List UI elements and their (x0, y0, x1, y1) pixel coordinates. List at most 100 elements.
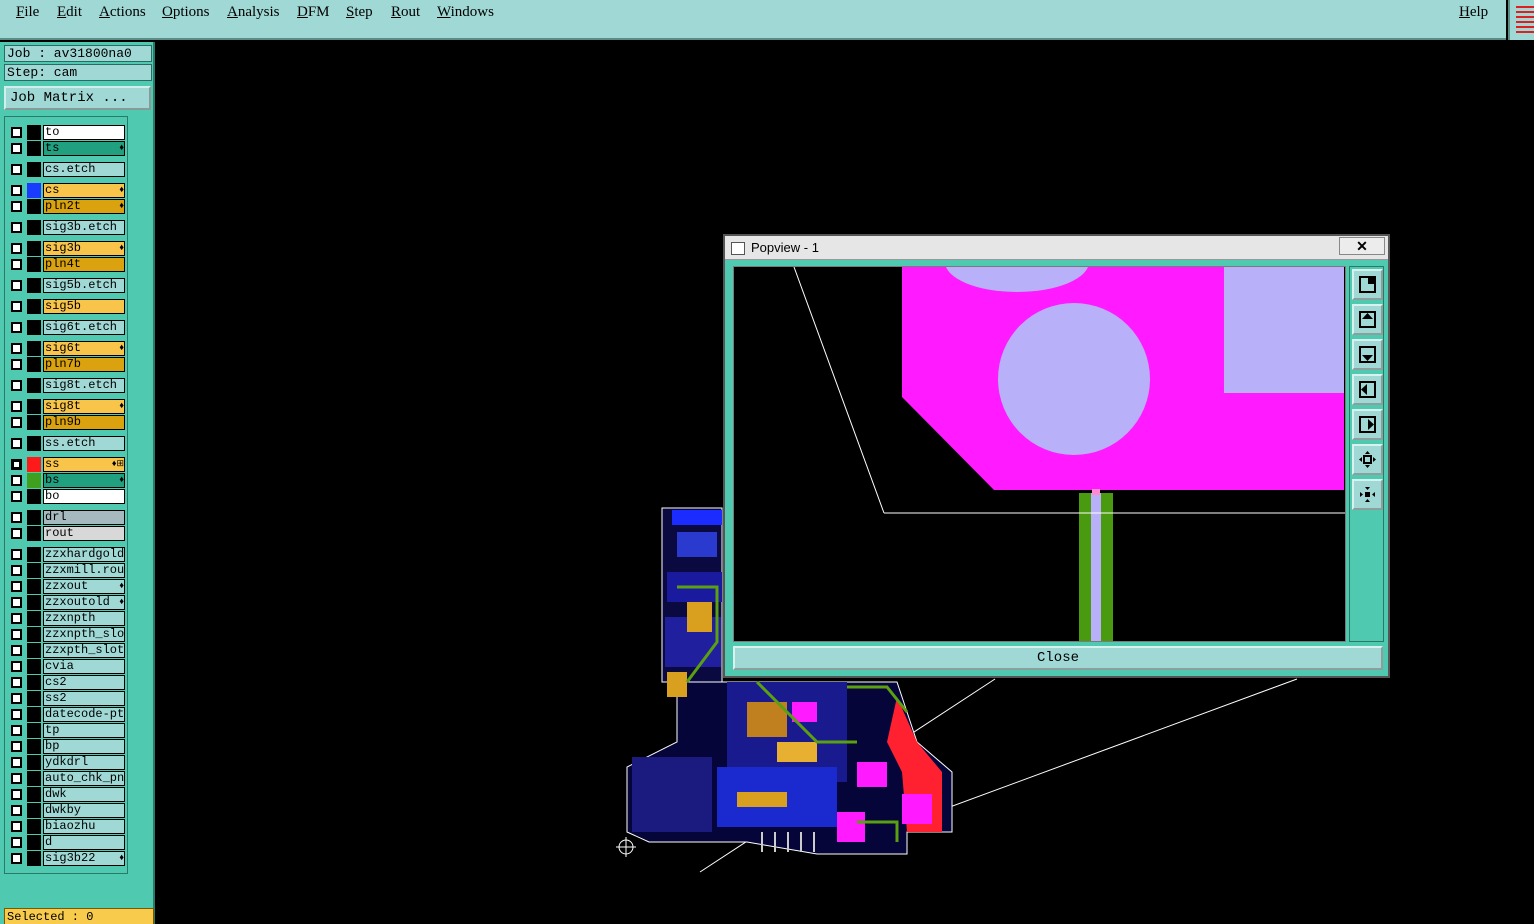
layer-row-zzxhardgold[interactable]: zzxhardgold (7, 547, 127, 562)
layer-color-swatch[interactable] (27, 563, 41, 578)
layer-row-ss-etch[interactable]: ss.etch (7, 436, 127, 451)
pan-up-icon[interactable] (1352, 304, 1383, 335)
layer-row-sig8t[interactable]: sig8t ♦ (7, 399, 127, 414)
layer-row-pln9b[interactable]: pln9b (7, 415, 127, 430)
layer-row-sig6t[interactable]: sig6t ♦ (7, 341, 127, 356)
layer-checkbox[interactable] (11, 491, 22, 502)
layer-name[interactable]: datecode-ptc (43, 707, 125, 722)
pan-right-icon[interactable] (1352, 409, 1383, 440)
layer-name[interactable]: pln7b (43, 357, 125, 372)
layer-name[interactable]: zzxoutold (43, 595, 125, 610)
layer-name[interactable]: sig3b (43, 241, 125, 256)
layer-name[interactable]: sig8t.etch (43, 378, 125, 393)
layer-row-cvia[interactable]: cvia (7, 659, 127, 674)
menu-rout[interactable]: Rout (391, 4, 420, 21)
layer-name[interactable]: ss2 (43, 691, 125, 706)
menu-analysis[interactable]: Analysis (227, 4, 280, 21)
layer-name[interactable]: bp (43, 739, 125, 754)
layer-checkbox[interactable] (11, 401, 22, 412)
layer-color-swatch[interactable] (27, 257, 41, 272)
layer-row-zzxmill-rou[interactable]: zzxmill.rou (7, 563, 127, 578)
layer-name[interactable]: ss.etch (43, 436, 125, 451)
layer-name[interactable]: to (43, 125, 125, 140)
layer-row-auto-chk-pn-[interactable]: auto_chk_pn. (7, 771, 127, 786)
layer-color-swatch[interactable] (27, 835, 41, 850)
menu-step[interactable]: Step (346, 4, 373, 21)
layer-name[interactable]: cvia (43, 659, 125, 674)
layer-checkbox[interactable] (11, 549, 22, 560)
layer-name[interactable]: zzxnpth (43, 611, 125, 626)
layer-checkbox[interactable] (11, 201, 22, 212)
layer-checkbox[interactable] (11, 853, 22, 864)
layer-row-datecode-ptc[interactable]: datecode-ptc (7, 707, 127, 722)
layer-color-swatch[interactable] (27, 241, 41, 256)
layer-color-swatch[interactable] (27, 357, 41, 372)
layer-row-dwk[interactable]: dwk (7, 787, 127, 802)
layer-checkbox[interactable] (11, 757, 22, 768)
layer-row-ss[interactable]: ss ♦⊞ (7, 457, 127, 472)
layer-checkbox[interactable] (11, 613, 22, 624)
layer-checkbox[interactable] (11, 127, 22, 138)
layer-name[interactable]: cs (43, 183, 125, 198)
layer-row-pln2t[interactable]: pln2t ♦ (7, 199, 127, 214)
layer-row-zzxnpth[interactable]: zzxnpth (7, 611, 127, 626)
layer-checkbox[interactable] (11, 773, 22, 784)
layer-name[interactable]: d (43, 835, 125, 850)
layer-name[interactable]: pln9b (43, 415, 125, 430)
menu-actions[interactable]: Actions (99, 4, 146, 21)
layer-checkbox[interactable] (11, 380, 22, 391)
pan-left-icon[interactable] (1352, 374, 1383, 405)
layer-name[interactable]: sig5b.etch (43, 278, 125, 293)
layer-checkbox[interactable] (11, 280, 22, 291)
layer-checkbox[interactable] (11, 475, 22, 486)
layer-name[interactable]: zzxpth_slots (43, 643, 125, 658)
layer-checkbox[interactable] (11, 322, 22, 333)
menu-file[interactable]: File (16, 4, 39, 21)
layer-row-cs-etch[interactable]: cs.etch (7, 162, 127, 177)
fit-screen-icon[interactable] (1352, 269, 1383, 300)
zoom-in-icon[interactable] (1352, 444, 1383, 475)
layer-color-swatch[interactable] (27, 510, 41, 525)
layer-checkbox[interactable] (11, 629, 22, 640)
layer-checkbox[interactable] (11, 143, 22, 154)
layer-checkbox[interactable] (11, 789, 22, 800)
layer-name[interactable]: zzxmill.rou (43, 563, 125, 578)
layer-name[interactable]: dwkby (43, 803, 125, 818)
layer-checkbox[interactable] (11, 222, 22, 233)
layer-name[interactable]: ts (43, 141, 125, 156)
layer-name[interactable]: pln2t (43, 199, 125, 214)
menu-options[interactable]: Options (162, 4, 210, 21)
layer-name[interactable]: pln4t (43, 257, 125, 272)
layer-checkbox[interactable] (11, 693, 22, 704)
layer-row-rout[interactable]: rout (7, 526, 127, 541)
layer-name[interactable]: ydkdrl (43, 755, 125, 770)
layer-name[interactable]: drl (43, 510, 125, 525)
layer-row-cs[interactable]: cs ♦ (7, 183, 127, 198)
layer-checkbox[interactable] (11, 741, 22, 752)
layer-row-ts[interactable]: ts ♦ (7, 141, 127, 156)
layer-checkbox[interactable] (11, 459, 22, 470)
layer-name[interactable]: sig6t (43, 341, 125, 356)
layer-checkbox[interactable] (11, 581, 22, 592)
layer-row-sig8t-etch[interactable]: sig8t.etch (7, 378, 127, 393)
layer-color-swatch[interactable] (27, 611, 41, 626)
layer-row-sig3b22[interactable]: sig3b22 ♦ (7, 851, 127, 866)
layer-color-swatch[interactable] (27, 415, 41, 430)
layer-color-swatch[interactable] (27, 378, 41, 393)
layer-color-swatch[interactable] (27, 341, 41, 356)
layer-color-swatch[interactable] (27, 162, 41, 177)
layer-checkbox[interactable] (11, 259, 22, 270)
layer-checkbox[interactable] (11, 417, 22, 428)
layer-row-cs2[interactable]: cs2 (7, 675, 127, 690)
layer-row-tp[interactable]: tp (7, 723, 127, 738)
layer-name[interactable]: sig8t (43, 399, 125, 414)
layer-color-swatch[interactable] (27, 819, 41, 834)
layer-checkbox[interactable] (11, 821, 22, 832)
layer-name[interactable]: zzxnpth_slot (43, 627, 125, 642)
popview-titlebar[interactable]: Popview - 1 ✕ (725, 236, 1388, 260)
layer-row-pln7b[interactable]: pln7b (7, 357, 127, 372)
popview-zoom-view[interactable] (733, 266, 1346, 642)
layer-checkbox[interactable] (11, 185, 22, 196)
layer-color-swatch[interactable] (27, 199, 41, 214)
layer-color-swatch[interactable] (27, 183, 41, 198)
